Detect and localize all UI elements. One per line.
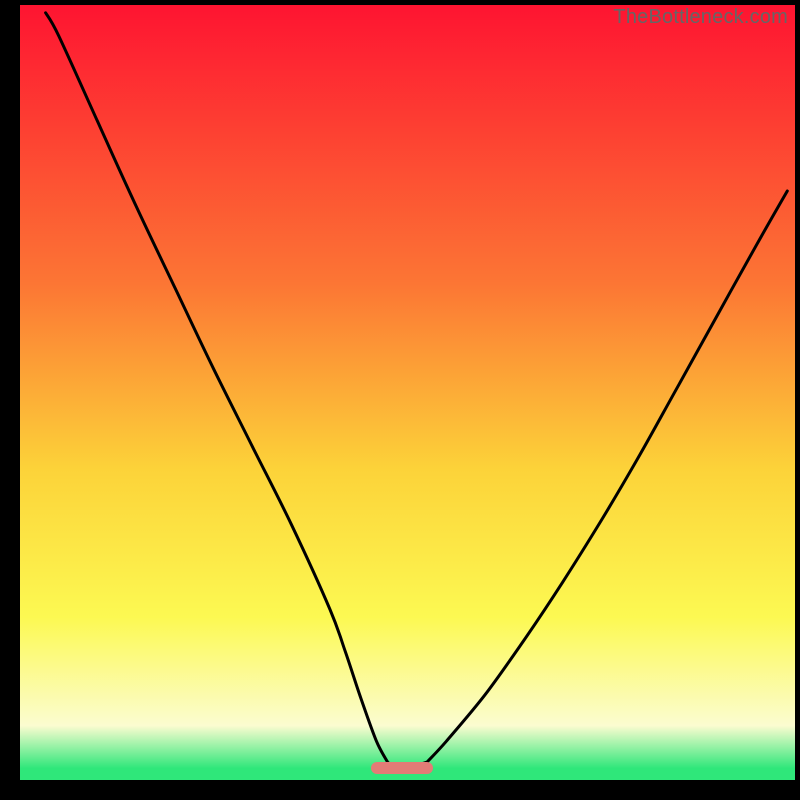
watermark-text: TheBottleneck.com [613, 6, 788, 29]
plot-background [20, 5, 795, 780]
optimal-range-marker [371, 762, 433, 774]
chart-container: TheBottleneck.com [0, 0, 800, 800]
bottleneck-chart [0, 0, 800, 800]
